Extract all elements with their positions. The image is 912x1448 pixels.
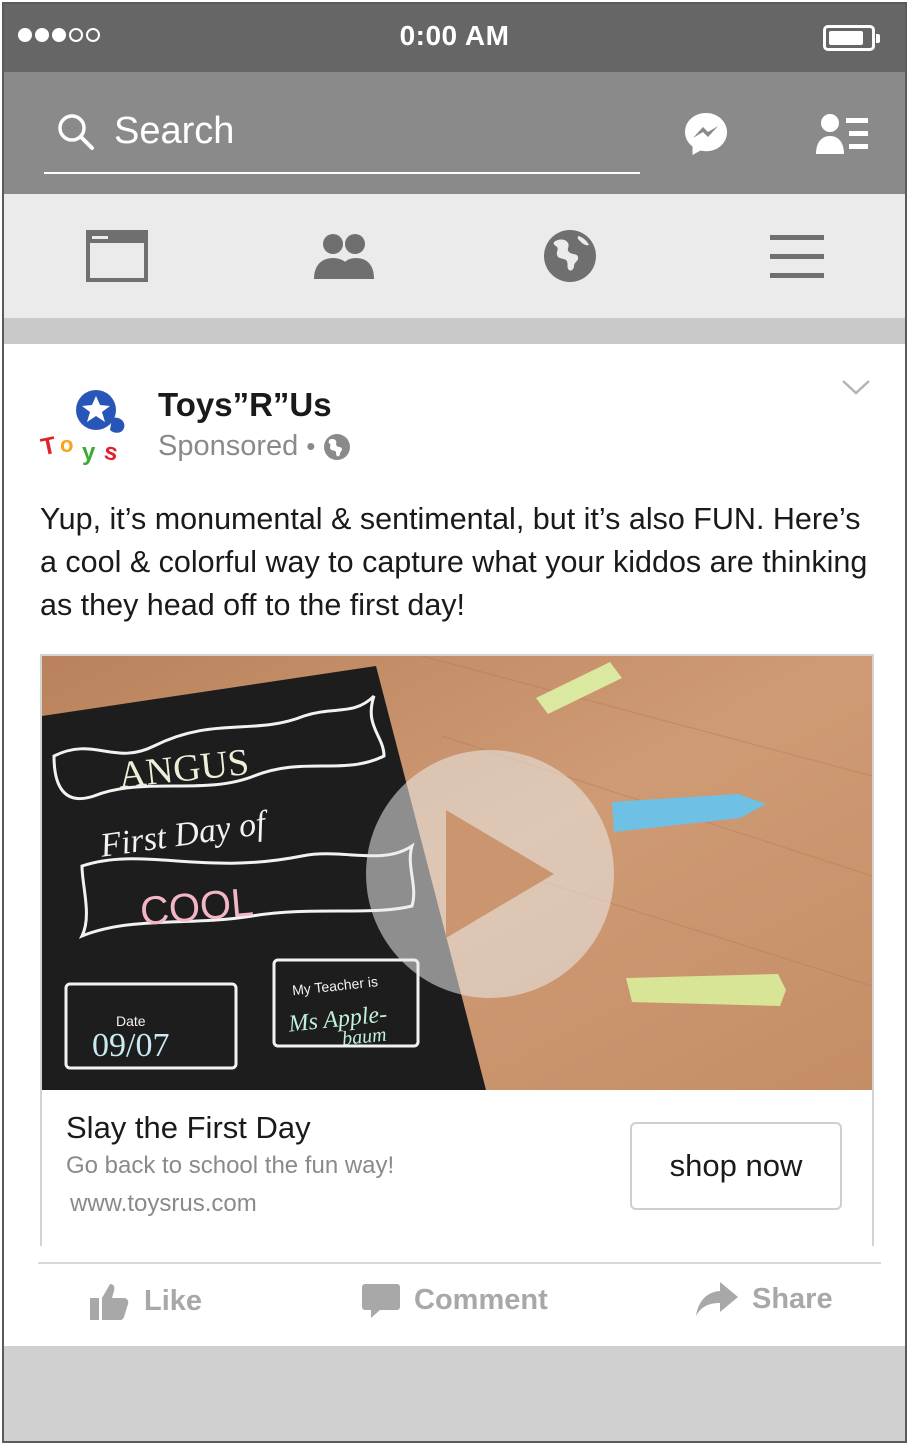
globe-icon[interactable] [542, 228, 598, 284]
sponsored-label: Sponsored [158, 430, 299, 462]
post-text: Yup, it’s monumental & sentimental, but … [40, 502, 868, 622]
status-bar: 0:00 AM [4, 4, 905, 72]
post-actions: Like Comment Share [4, 1264, 905, 1346]
news-feed-icon[interactable] [86, 230, 148, 282]
toysrus-logo[interactable]: T o y s [38, 388, 134, 474]
share-arrow-icon [696, 1282, 738, 1316]
messenger-icon[interactable] [682, 110, 730, 158]
link-title[interactable]: Slay the First Day [66, 1110, 311, 1146]
like-label: Like [144, 1284, 203, 1317]
tab-bar [4, 194, 905, 318]
video-player[interactable]: ANGUS First Day of COOL Date 09/07 My Te… [42, 656, 872, 1090]
post-options-chevron-icon[interactable] [841, 378, 871, 396]
battery-icon [823, 25, 880, 51]
svg-text:s: s [102, 438, 120, 467]
post-meta: Sponsored • [158, 430, 351, 463]
link-url[interactable]: www.toysrus.com [70, 1190, 257, 1218]
search-placeholder: Search [114, 110, 235, 152]
svg-text:o: o [60, 432, 73, 457]
ad-media-card[interactable]: ANGUS First Day of COOL Date 09/07 My Te… [40, 654, 874, 1246]
comment-icon [362, 1284, 400, 1318]
svg-text:baum: baum [341, 1024, 388, 1051]
phone-frame: 0:00 AM Search T o y s Toys”R”Us Sponsor… [2, 2, 907, 1443]
svg-text:y: y [82, 439, 96, 466]
play-icon [446, 810, 554, 938]
feed-bottom-band [4, 1346, 905, 1441]
sponsored-post: T o y s Toys”R”Us Sponsored • Yup, it’s … [4, 344, 905, 1346]
feed-divider [4, 318, 905, 344]
share-label: Share [752, 1282, 833, 1315]
friend-requests-icon[interactable] [816, 112, 872, 156]
meta-separator: • [306, 431, 316, 461]
globe-icon [324, 433, 351, 460]
status-time: 0:00 AM [399, 20, 510, 51]
menu-icon[interactable] [770, 234, 824, 280]
search-input[interactable]: Search [44, 100, 640, 174]
comment-button[interactable]: Comment [362, 1282, 548, 1318]
link-description: Go back to school the fun way! [66, 1152, 395, 1179]
chalk-yellow [626, 974, 786, 1006]
link-preview[interactable]: Slay the First Day Go back to school the… [42, 1090, 872, 1246]
search-icon [58, 114, 94, 150]
play-button[interactable] [366, 750, 614, 998]
svg-text:T: T [39, 432, 59, 462]
svg-text:09/07: 09/07 [92, 1027, 169, 1064]
comment-label: Comment [414, 1283, 548, 1316]
page-name[interactable]: Toys”R”Us [158, 386, 332, 424]
friends-icon[interactable] [312, 232, 376, 280]
like-button[interactable]: Like [90, 1282, 202, 1320]
share-button[interactable]: Share [696, 1282, 833, 1316]
top-search-bar: Search [4, 72, 905, 194]
thumbs-up-icon [90, 1284, 129, 1320]
shop-now-button[interactable]: shop now [630, 1122, 842, 1210]
